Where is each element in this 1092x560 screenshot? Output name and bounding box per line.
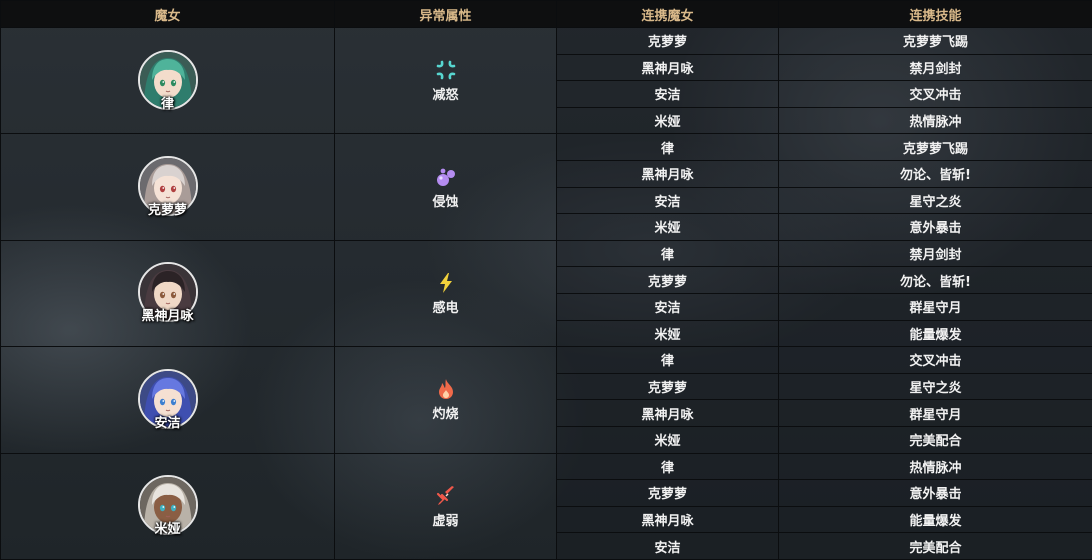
- partner-witch-cell: 律: [556, 452, 779, 481]
- witch-cell: 律: [0, 26, 335, 135]
- witch-portrait[interactable]: 黑神月咏: [136, 262, 200, 326]
- partner-witch-cell: 克萝萝: [556, 27, 779, 55]
- attribute-cell: 侵蚀: [334, 133, 557, 241]
- partner-witch-cell: 黑神月咏: [556, 53, 779, 82]
- attribute-label: 灼烧: [432, 407, 459, 423]
- witch-portrait[interactable]: 克萝萝: [136, 156, 200, 220]
- attribute-label: 虚弱: [432, 513, 459, 529]
- header-witch: 魔女: [0, 0, 335, 28]
- combo-skill-cell: 交叉冲击: [778, 346, 1092, 374]
- attribute-label: 侵蚀: [432, 194, 459, 210]
- witch-portrait[interactable]: 律: [136, 49, 200, 114]
- table-row: 克萝萝 侵蚀 律克萝萝飞踢: [0, 133, 1092, 241]
- witch-portrait[interactable]: 米娅: [136, 475, 200, 539]
- attribute-label: 减怒: [432, 88, 459, 104]
- header-partner: 连携魔女: [556, 0, 779, 28]
- table-row: 米娅 虚弱 律热情脉冲: [0, 452, 1092, 560]
- lightning-icon: [434, 271, 458, 295]
- table-body: 律 减怒 克萝萝 克萝萝飞踢 黑神月咏 禁月剑封 安洁 交叉冲击 米娅 热情脉冲 克: [0, 26, 1092, 560]
- witch-cell: 安洁: [0, 346, 335, 454]
- partner-witch-cell: 律: [556, 239, 779, 268]
- combo-skill-cell: 勿论、皆斩!: [778, 159, 1092, 188]
- partner-witch-cell: 律: [556, 346, 779, 374]
- combo-skill-cell: 克萝萝飞踢: [778, 133, 1092, 161]
- header-skill: 连携技能: [778, 0, 1092, 28]
- combo-skill-cell: 意外暴击: [778, 479, 1092, 507]
- combo-skill-cell: 交叉冲击: [778, 80, 1092, 108]
- partner-witch-cell: 安洁: [556, 292, 779, 321]
- table-row: 黑神月咏 感电 律禁月剑封: [0, 239, 1092, 348]
- witch-name: 黑神月咏: [141, 309, 194, 325]
- flame-icon: [434, 377, 458, 401]
- combo-skill-cell: 克萝萝飞踢: [778, 27, 1092, 55]
- combo-skill-cell: 群星守月: [778, 292, 1092, 321]
- combo-skill-cell: 完美配合: [778, 532, 1092, 560]
- combo-skill-cell: 热情脉冲: [778, 106, 1092, 135]
- table-row: 安洁 灼烧 律交叉冲击: [0, 346, 1092, 454]
- witch-cell: 克萝萝: [0, 133, 335, 241]
- partner-witch-cell: 黑神月咏: [556, 399, 779, 427]
- witch-name: 律: [160, 96, 174, 112]
- attribute-cell: 灼烧: [334, 346, 557, 454]
- partner-witch-cell: 安洁: [556, 80, 779, 108]
- witch-name: 安洁: [154, 415, 181, 431]
- partner-witch-cell: 安洁: [556, 186, 779, 215]
- partner-witch-cell: 安洁: [556, 532, 779, 560]
- combo-skill-cell: 能量爆发: [778, 319, 1092, 348]
- partner-witch-cell: 克萝萝: [556, 372, 779, 401]
- attribute-cell: 感电: [334, 239, 557, 348]
- anger-mark-icon: [434, 58, 458, 82]
- partner-witch-cell: 米娅: [556, 425, 779, 454]
- broken-sword-icon: [434, 484, 458, 508]
- combo-skill-cell: 完美配合: [778, 425, 1092, 454]
- witch-portrait[interactable]: 安洁: [136, 368, 200, 433]
- combo-skill-cell: 禁月剑封: [778, 53, 1092, 82]
- combo-table-page: 魔女 异常属性 连携魔女 连携技能 律 减怒 克萝萝 克萝萝飞踢 黑神月咏 禁月…: [0, 0, 1092, 560]
- partner-witch-cell: 米娅: [556, 106, 779, 135]
- attribute-label: 感电: [432, 300, 459, 316]
- attribute-cell: 减怒: [334, 26, 557, 135]
- partner-witch-cell: 黑神月咏: [556, 159, 779, 188]
- table-header-row: 魔女 异常属性 连携魔女 连携技能: [0, 0, 1092, 28]
- combo-skill-cell: 能量爆发: [778, 505, 1092, 534]
- combo-skill-cell: 星守之炎: [778, 372, 1092, 401]
- partner-witch-cell: 律: [556, 133, 779, 161]
- table-row: 律 减怒 克萝萝 克萝萝飞踢: [0, 26, 1092, 135]
- witch-cell: 米娅: [0, 452, 335, 560]
- witch-name: 克萝萝: [147, 203, 187, 219]
- combo-skill-cell: 勿论、皆斩!: [778, 266, 1092, 294]
- partner-witch-cell: 克萝萝: [556, 479, 779, 507]
- combo-skill-cell: 星守之炎: [778, 186, 1092, 215]
- partner-witch-cell: 黑神月咏: [556, 505, 779, 534]
- witch-name: 米娅: [154, 522, 181, 538]
- combo-skill-cell: 意外暴击: [778, 213, 1092, 241]
- attribute-cell: 虚弱: [334, 452, 557, 560]
- partner-witch-cell: 米娅: [556, 213, 779, 241]
- corrosion-bubbles-icon: [434, 165, 458, 189]
- combo-skill-cell: 热情脉冲: [778, 452, 1092, 481]
- combo-skill-cell: 禁月剑封: [778, 239, 1092, 268]
- header-attribute: 异常属性: [334, 0, 557, 28]
- witch-cell: 黑神月咏: [0, 239, 335, 348]
- combo-skill-cell: 群星守月: [778, 399, 1092, 427]
- partner-witch-cell: 米娅: [556, 319, 779, 348]
- combo-table: 魔女 异常属性 连携魔女 连携技能 律 减怒 克萝萝 克萝萝飞踢 黑神月咏 禁月…: [0, 0, 1092, 560]
- partner-witch-cell: 克萝萝: [556, 266, 779, 294]
